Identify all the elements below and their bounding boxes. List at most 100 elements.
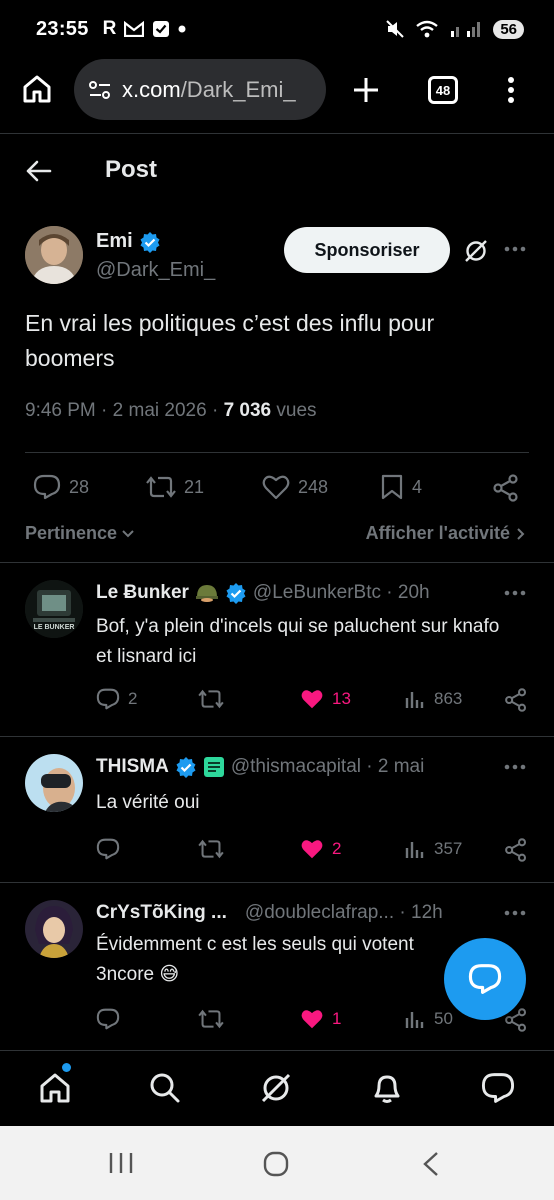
verified-badge-icon xyxy=(225,582,247,604)
author-name-row[interactable]: Emi xyxy=(96,230,215,253)
page-title: Post xyxy=(105,156,158,183)
verified-badge-icon xyxy=(139,231,161,253)
home-icon[interactable] xyxy=(38,1071,72,1105)
repost-button[interactable] xyxy=(198,838,232,860)
reply-header: CrYsTõKing ... @doubleclafrap... · 12h xyxy=(96,902,536,924)
like-count: 248 xyxy=(298,476,329,497)
reply-button[interactable]: 2 xyxy=(96,688,137,710)
new-tab-icon[interactable] xyxy=(352,76,380,104)
url-host: x.com xyxy=(122,76,181,102)
like-count: 13 xyxy=(332,689,351,708)
reply-actions: 2 357 xyxy=(0,838,554,868)
reply-header: Le Ƀunker @LeBunkerBtc · 20h xyxy=(96,582,536,604)
system-navigation-bar xyxy=(0,1126,554,1200)
author-name[interactable]: Emi xyxy=(96,230,133,253)
repost-button[interactable]: 21 xyxy=(146,474,204,500)
like-count: 1 xyxy=(332,1009,342,1028)
chevron-down-icon xyxy=(121,529,135,539)
share-button[interactable] xyxy=(504,838,528,862)
views-count: 863 xyxy=(434,689,463,708)
reply-handle-time[interactable]: @LeBunkerBtc · 20h xyxy=(253,582,430,604)
reply-text: La vérité oui xyxy=(96,792,200,813)
search-icon[interactable] xyxy=(148,1071,182,1105)
divider xyxy=(0,882,554,883)
url-text: x.com/Dark_Emi_ xyxy=(122,77,296,103)
like-button[interactable]: 13 xyxy=(300,688,351,710)
browser-menu-icon[interactable] xyxy=(507,76,515,104)
site-settings-icon[interactable] xyxy=(88,80,112,100)
view-activity-label: Afficher l'activité xyxy=(365,523,510,543)
reply-button[interactable]: 28 xyxy=(33,474,89,500)
reply-avatar[interactable] xyxy=(25,754,83,812)
reply-text: Évidemment c est les seuls qui votent 3n… xyxy=(96,934,414,985)
reply-avatar[interactable]: LE BUNKER xyxy=(25,580,83,638)
view-count: 7 036 xyxy=(223,400,272,421)
reply-button[interactable] xyxy=(96,1008,128,1030)
tab-count-button[interactable]: 48 xyxy=(428,76,458,104)
ledger-emoji-icon xyxy=(203,756,225,778)
browser-home-icon[interactable] xyxy=(22,74,52,104)
sort-dropdown[interactable]: Pertinence xyxy=(25,523,135,544)
home-notification-dot xyxy=(62,1063,71,1072)
status-time: 23:55 xyxy=(36,17,89,40)
reply-author-name[interactable]: CrYsTõKing ... xyxy=(96,902,227,924)
reply-author-name[interactable]: THISMA xyxy=(96,756,169,778)
views-count: 357 xyxy=(434,839,463,858)
messages-icon[interactable] xyxy=(481,1071,515,1105)
bottom-navigation xyxy=(0,1050,554,1126)
author-handle[interactable]: @Dark_Emi_ xyxy=(96,259,215,282)
reply-author-name[interactable]: Le Ƀunker xyxy=(96,582,189,604)
reply-header: THISMA @thismacapital · 2 mai xyxy=(96,756,536,778)
bookmark-count: 4 xyxy=(412,476,423,497)
like-button[interactable]: 2 xyxy=(300,838,341,860)
bookmark-button[interactable]: 4 xyxy=(380,474,422,500)
divider xyxy=(0,562,554,563)
mute-icon xyxy=(385,19,405,39)
reply-handle-time[interactable]: @thismacapital · 2 mai xyxy=(231,756,425,778)
helmet-emoji-icon xyxy=(195,583,219,603)
author-info: Emi @Dark_Emi_ xyxy=(96,230,215,282)
like-button[interactable]: 1 xyxy=(300,1008,341,1030)
back-arrow-icon[interactable] xyxy=(26,160,52,182)
views-count: 50 xyxy=(434,1009,453,1028)
reply-avatar[interactable] xyxy=(25,900,83,958)
views-button[interactable]: 863 xyxy=(404,688,462,710)
reply-more-options-icon[interactable] xyxy=(504,764,526,770)
gmail-icon xyxy=(124,21,145,37)
author-avatar[interactable] xyxy=(25,226,83,284)
views-label: vues xyxy=(276,400,317,421)
post-date[interactable]: 2 mai 2026 xyxy=(113,400,207,421)
post-meta: 9:46 PM · 2 mai 2026 · 7 036 vues xyxy=(25,400,317,421)
url-bar[interactable]: x.com/Dark_Emi_ xyxy=(74,59,326,120)
views-button[interactable]: 357 xyxy=(404,838,462,860)
system-back-icon[interactable] xyxy=(420,1150,442,1178)
grok-nav-icon[interactable] xyxy=(259,1071,293,1105)
notifications-bell-icon[interactable] xyxy=(370,1071,404,1105)
like-button[interactable]: 248 xyxy=(262,474,328,500)
reply-handle-time[interactable]: @doubleclafrap... · 12h xyxy=(245,902,443,924)
reply-more-options-icon[interactable] xyxy=(504,910,526,916)
reply-more-options-icon[interactable] xyxy=(504,590,526,596)
views-button[interactable]: 50 xyxy=(404,1008,453,1030)
reply-actions: 2 13 863 xyxy=(0,688,554,718)
post-actions: 28 21 248 4 xyxy=(0,470,554,506)
verified-badge-icon xyxy=(175,756,197,778)
replies-sort-bar: Pertinence Afficher l'activité xyxy=(0,520,554,548)
repost-button[interactable] xyxy=(198,1008,232,1030)
like-count: 2 xyxy=(332,839,342,858)
compose-reply-fab[interactable] xyxy=(444,938,526,1020)
grok-icon[interactable] xyxy=(463,238,489,264)
share-button[interactable] xyxy=(492,474,520,502)
wifi-icon xyxy=(415,19,439,39)
view-activity-link[interactable]: Afficher l'activité xyxy=(366,523,526,544)
reply-button[interactable] xyxy=(96,838,128,860)
repost-button[interactable] xyxy=(198,688,232,710)
post-header: Post xyxy=(0,140,554,200)
share-button[interactable] xyxy=(504,688,528,712)
recent-apps-icon[interactable] xyxy=(108,1150,134,1176)
post-time[interactable]: 9:46 PM xyxy=(25,400,96,421)
system-home-icon[interactable] xyxy=(262,1150,290,1178)
sort-label: Pertinence xyxy=(25,523,118,543)
more-options-icon[interactable] xyxy=(504,246,526,252)
sponsor-button[interactable]: Sponsoriser xyxy=(284,227,450,273)
